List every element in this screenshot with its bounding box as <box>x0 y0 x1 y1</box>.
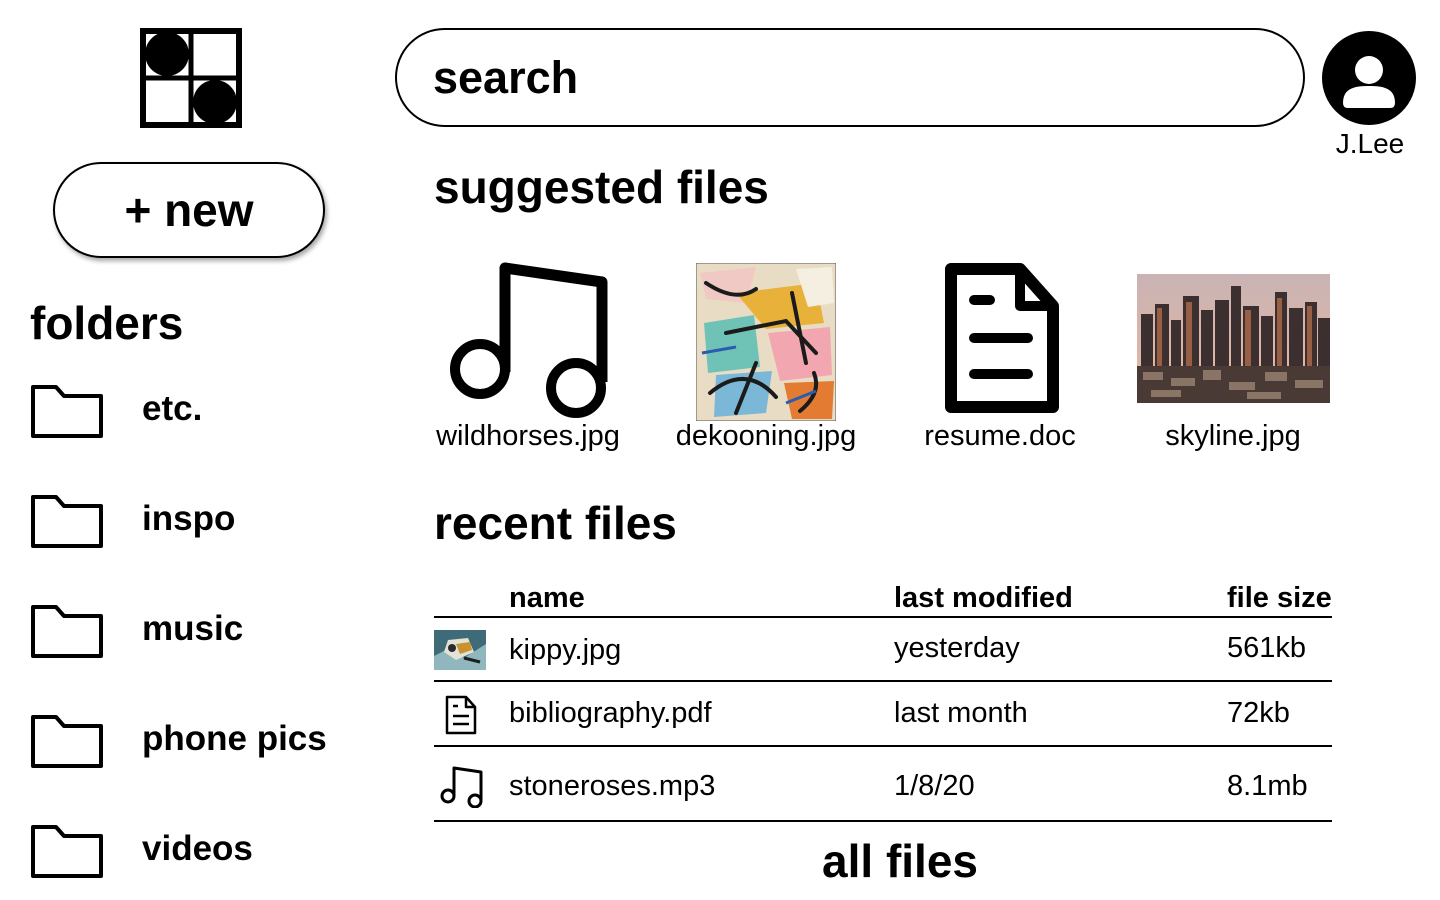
folder-icon <box>31 385 103 438</box>
table-row[interactable]: kippy.jpg yesterday 561kb <box>434 618 1332 682</box>
search-input[interactable]: search <box>395 28 1305 127</box>
folder-icon <box>31 605 103 658</box>
folder-label: phone pics <box>142 719 327 758</box>
new-button[interactable]: + new <box>53 162 325 258</box>
folders-heading: folders <box>30 297 184 349</box>
folder-item-etc[interactable]: etc. <box>30 374 370 444</box>
column-header-file-size[interactable]: file size <box>1227 582 1332 615</box>
file-name: stoneroses.mp3 <box>509 770 716 802</box>
music-note-icon <box>450 262 608 418</box>
folder-icon <box>31 825 103 878</box>
file-last-modified: 1/8/20 <box>894 770 975 802</box>
suggested-files-heading: suggested files <box>434 161 769 213</box>
recent-files-heading: recent files <box>434 497 677 549</box>
file-size: 561kb <box>1227 632 1307 664</box>
folder-item-music[interactable]: music <box>30 594 370 664</box>
document-icon <box>945 263 1059 413</box>
user-name: J.Lee <box>1335 128 1405 159</box>
folder-label: videos <box>142 829 253 868</box>
file-last-modified: last month <box>894 697 1028 729</box>
folder-item-videos[interactable]: videos <box>30 814 370 884</box>
document-icon <box>434 691 486 735</box>
folder-icon <box>31 495 103 548</box>
suggested-file-name: resume.doc <box>924 420 1076 452</box>
column-header-last-modified[interactable]: last modified <box>894 582 1073 615</box>
search-placeholder: search <box>433 51 579 103</box>
file-name: bibliography.pdf <box>509 697 712 729</box>
suggested-file-dekooning[interactable] <box>695 262 837 422</box>
folder-label: inspo <box>142 499 236 538</box>
file-name: kippy.jpg <box>509 634 622 666</box>
row-divider <box>434 820 1332 822</box>
city-skyline-thumbnail <box>1137 274 1330 403</box>
folder-icon <box>31 715 103 768</box>
folder-label: etc. <box>142 389 203 428</box>
abstract-painting-thumbnail <box>695 262 837 422</box>
suggested-file-name: dekooning.jpg <box>675 420 857 452</box>
suggested-file-resume[interactable] <box>944 262 1060 414</box>
folder-label: music <box>142 609 244 648</box>
file-manager-page: + new folders etc. inspo music phone pic… <box>0 0 1440 900</box>
suggested-file-name: skyline.jpg <box>1165 420 1301 452</box>
table-row[interactable]: bibliography.pdf last month 72kb <box>434 683 1332 747</box>
row-divider <box>434 680 1332 682</box>
music-note-icon <box>434 764 486 809</box>
table-row[interactable]: stoneroses.mp3 1/8/20 8.1mb <box>434 748 1332 822</box>
file-size: 8.1mb <box>1227 770 1308 802</box>
folder-item-inspo[interactable]: inspo <box>30 484 370 554</box>
folder-item-phone-pics[interactable]: phone pics <box>30 704 370 774</box>
image-thumbnail <box>434 630 486 674</box>
app-logo-icon[interactable] <box>140 28 242 128</box>
all-files-link[interactable]: all files <box>700 834 1100 888</box>
file-last-modified: yesterday <box>894 632 1020 664</box>
suggested-file-name: wildhorses.jpg <box>436 420 620 452</box>
user-avatar-icon[interactable] <box>1321 30 1417 126</box>
suggested-file-wildhorses[interactable] <box>448 262 610 422</box>
suggested-file-skyline[interactable] <box>1137 274 1330 403</box>
file-size: 72kb <box>1227 697 1290 729</box>
column-header-name[interactable]: name <box>509 582 585 615</box>
row-divider <box>434 745 1332 747</box>
